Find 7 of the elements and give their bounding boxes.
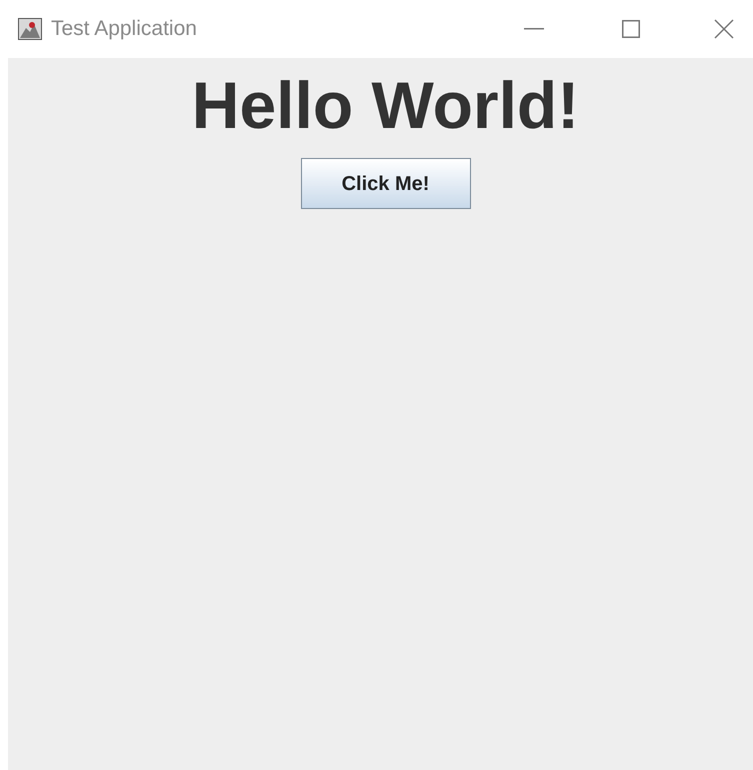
close-icon[interactable] <box>714 19 734 39</box>
click-button[interactable]: Click Me! <box>300 158 470 209</box>
heading: Hello World! <box>192 72 580 138</box>
maximize-icon[interactable] <box>622 20 640 38</box>
minimize-icon[interactable] <box>524 28 544 30</box>
window-title: Test Application <box>51 16 197 42</box>
app-icon <box>18 18 42 40</box>
